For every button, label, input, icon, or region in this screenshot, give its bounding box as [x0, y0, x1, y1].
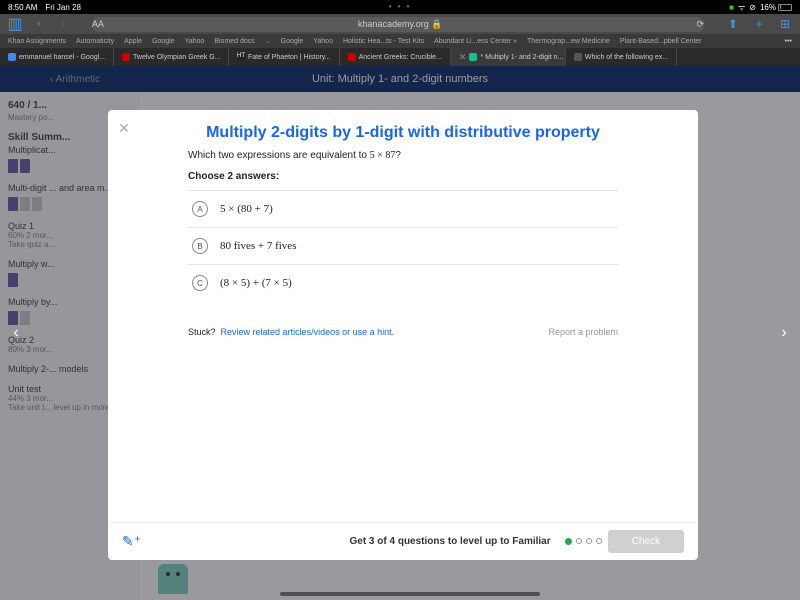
- status-time: 8:50 AM: [8, 3, 37, 12]
- tab-label: * Multiply 1- and 2-digit n...: [480, 54, 563, 61]
- favicon-icon: [469, 53, 477, 61]
- reader-aa-icon[interactable]: AA: [92, 19, 104, 29]
- progress-dot-icon: [586, 538, 592, 544]
- tab-label: Twelve Olympian Greek G...: [133, 54, 221, 61]
- prompt-math: 5 × 87: [370, 150, 396, 161]
- video-icon: ■: [729, 3, 734, 12]
- tab-label: Fate of Phaeton | History...: [248, 54, 331, 61]
- tab-label: emmanuel hansel - Googl...: [19, 54, 105, 61]
- page-viewport: ‹ Arithmetic Unit: Multiply 1- and 2-dig…: [0, 66, 800, 600]
- bookmark-item[interactable]: Holistic Hea...ts - Test Kits: [343, 38, 424, 45]
- prev-arrow-icon[interactable]: ‹: [4, 321, 28, 345]
- exercise-title: Multiply 2-digits by 1-digit with distri…: [108, 110, 698, 150]
- favicon-icon: [348, 53, 356, 61]
- reload-icon[interactable]: ⟳: [696, 19, 704, 30]
- level-up-text: Get 3 of 4 questions to level up to Fami…: [349, 536, 550, 547]
- prompt-text: Which two expressions are equivalent to: [188, 150, 370, 161]
- answer-letter-badge: B: [192, 238, 208, 254]
- progress-dot-icon: [596, 538, 602, 544]
- answer-letter-badge: C: [192, 275, 208, 291]
- answer-text: 80 fives + 7 fives: [220, 240, 296, 252]
- bookmark-item[interactable]: Thermograp...ew Medicine: [527, 38, 610, 45]
- answer-letter-badge: A: [192, 201, 208, 217]
- hint-link[interactable]: Review related articles/videos or use a …: [221, 327, 395, 337]
- close-tab-icon[interactable]: ✕: [459, 52, 467, 63]
- answer-text: (8 × 5) + (7 × 5): [220, 277, 292, 289]
- bookmark-item[interactable]: Plant-Based...pbell Center: [620, 38, 702, 45]
- bookmark-item[interactable]: Google: [281, 38, 304, 45]
- stuck-label: Stuck?: [188, 327, 216, 337]
- browser-tab[interactable]: Ancient Greeks: Crucible...: [340, 48, 451, 66]
- bookmark-item[interactable]: Biomed docs: [214, 38, 254, 45]
- progress-dot-filled-icon: [565, 538, 572, 545]
- bookmarks-bar: Khan Assignments Automaticity Apple Goog…: [0, 34, 800, 48]
- scratchpad-icon[interactable]: ✎⁺: [122, 533, 141, 550]
- share-icon[interactable]: ⬆: [726, 17, 740, 31]
- answer-instruction: Choose 2 answers:: [188, 171, 618, 182]
- sidebar-toggle-icon[interactable]: ▥: [8, 17, 22, 31]
- tab-label: Ancient Greeks: Crucible...: [359, 54, 442, 61]
- tab-strip: emmanuel hansel - Googl... Twelve Olympi…: [0, 48, 800, 66]
- answer-choice[interactable]: A 5 × (80 + 7): [188, 190, 618, 227]
- answer-choice[interactable]: B 80 fives + 7 fives: [188, 227, 618, 264]
- browser-tab[interactable]: Twelve Olympian Greek G...: [114, 48, 229, 66]
- tab-label: Which of the following ex...: [585, 54, 668, 61]
- bookmark-item[interactable]: Google: [152, 38, 175, 45]
- favicon-icon: [8, 53, 16, 61]
- exercise-modal: ✕ Multiply 2-digits by 1-digit with dist…: [108, 110, 698, 560]
- safari-toolbar: ▥ ‹ › AA khanacademy.org 🔒 ⟳ ⬆ + ⊞: [0, 14, 800, 34]
- bookmark-item[interactable]: Khan Assignments: [8, 38, 66, 45]
- progress-dot-icon: [576, 538, 582, 544]
- browser-tab[interactable]: emmanuel hansel - Googl...: [0, 48, 114, 66]
- bookmark-item[interactable]: Yahoo: [185, 38, 205, 45]
- favicon-icon: [574, 53, 582, 61]
- browser-tab[interactable]: Which of the following ex...: [566, 48, 677, 66]
- report-problem-link[interactable]: Report a problem: [548, 327, 618, 337]
- bookmark-item[interactable]: Yahoo: [313, 38, 333, 45]
- lock-icon: 🔒: [431, 19, 442, 29]
- answer-choice[interactable]: C (8 × 5) + (7 × 5): [188, 264, 618, 301]
- status-date: Fri Jan 28: [45, 3, 81, 12]
- bookmark-item[interactable]: Automaticity: [76, 38, 114, 45]
- bookmark-item[interactable]: Apple: [124, 38, 142, 45]
- new-tab-icon[interactable]: +: [752, 17, 766, 31]
- exercise-footer: ✎⁺ Get 3 of 4 questions to level up to F…: [108, 522, 698, 560]
- battery-indicator: 16%: [760, 3, 792, 12]
- tabs-overview-icon[interactable]: ⊞: [778, 17, 792, 31]
- ios-status-bar: 8:50 AM Fri Jan 28 • • • ■ ᯤ ⊘ 16%: [0, 0, 800, 14]
- back-button[interactable]: ‹: [32, 17, 46, 31]
- favicon-icon: [122, 53, 130, 61]
- browser-tab[interactable]: ✕ * Multiply 1- and 2-digit n...: [451, 48, 566, 66]
- wifi-icon: ᯤ: [738, 2, 745, 13]
- prompt-text: ?: [395, 150, 401, 161]
- question-prompt: Which two expressions are equivalent to …: [188, 150, 618, 161]
- url-text: khanacademy.org: [358, 19, 429, 29]
- bookmark-item[interactable]: Abundant Li...ess Center »: [434, 38, 517, 45]
- browser-tab[interactable]: HTFate of Phaeton | History...: [229, 48, 340, 66]
- address-bar[interactable]: AA khanacademy.org 🔒 ⟳: [92, 17, 704, 32]
- battery-percent: 16%: [760, 3, 776, 12]
- next-arrow-icon[interactable]: ›: [772, 321, 796, 345]
- answer-text: 5 × (80 + 7): [220, 203, 273, 215]
- check-button[interactable]: Check: [608, 530, 684, 553]
- orientation-lock-icon: ⊘: [749, 3, 756, 12]
- forward-button: ›: [56, 17, 70, 31]
- multitask-handle-icon[interactable]: • • •: [389, 2, 412, 11]
- favicon-icon: HT: [237, 53, 245, 61]
- bookmarks-overflow-icon[interactable]: •••: [785, 38, 792, 45]
- progress-dots: [565, 538, 602, 545]
- close-icon[interactable]: ✕: [118, 120, 130, 137]
